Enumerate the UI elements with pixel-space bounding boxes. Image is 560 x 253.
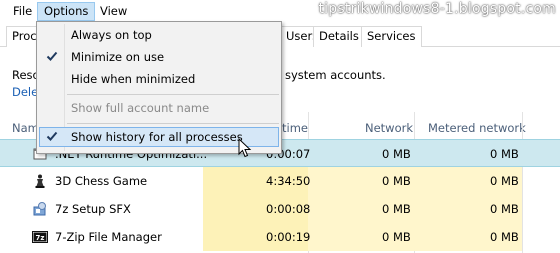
table-row[interactable]: 7z Setup SFX 0:00:08 0 MB 0 MB bbox=[0, 195, 560, 223]
menu-separator bbox=[67, 94, 279, 95]
metered-network-value: 0 MB bbox=[490, 174, 519, 188]
svg-text:7z: 7z bbox=[36, 234, 45, 242]
tab-processes[interactable]: Proc bbox=[6, 26, 40, 47]
network-value: 0 MB bbox=[382, 202, 411, 216]
network-value: 0 MB bbox=[382, 230, 411, 244]
setup-icon bbox=[33, 202, 46, 216]
checkmark-icon bbox=[46, 51, 58, 61]
menu-item-always-on-top[interactable]: Always on top bbox=[39, 25, 279, 45]
menu-item-minimize-on-use[interactable]: Minimize on use bbox=[39, 47, 279, 67]
process-name: 3D Chess Game bbox=[55, 174, 148, 188]
column-metered-network[interactable]: Metered network bbox=[428, 121, 526, 135]
menu-item-label: Show full account name bbox=[71, 101, 210, 115]
menu-separator bbox=[67, 123, 279, 124]
metered-network-value: 0 MB bbox=[490, 202, 519, 216]
cpu-time-value: 4:34:50 bbox=[266, 174, 311, 188]
process-name: 7-Zip File Manager bbox=[55, 230, 162, 244]
menu-item-label: Always on top bbox=[71, 28, 152, 42]
metered-network-value: 0 MB bbox=[490, 230, 519, 244]
menu-item-label: Hide when minimized bbox=[71, 72, 196, 86]
chess-icon bbox=[35, 174, 45, 188]
menu-item-show-full-account-name: Show full account name bbox=[39, 98, 279, 118]
cpu-time-value: 0:00:08 bbox=[266, 202, 311, 216]
menu-item-label: Show history for all processes bbox=[71, 130, 243, 144]
network-value: 0 MB bbox=[382, 174, 411, 188]
menu-file[interactable]: File bbox=[6, 2, 39, 21]
column-network[interactable]: Network bbox=[365, 121, 413, 135]
menu-options[interactable]: Options bbox=[37, 2, 96, 21]
mouse-cursor-icon bbox=[238, 138, 252, 158]
tab-details[interactable]: Details bbox=[313, 26, 365, 47]
menu-view[interactable]: View bbox=[93, 2, 134, 21]
network-value: 0 MB bbox=[382, 147, 411, 161]
table-row[interactable]: 7z 7-Zip File Manager 0:00:19 0 MB 0 MB bbox=[0, 223, 560, 251]
metered-network-value: 0 MB bbox=[490, 147, 519, 161]
checkmark-icon bbox=[46, 131, 58, 141]
delete-history-link[interactable]: Dele bbox=[12, 85, 38, 99]
watermark-text: tipstrikwindows8-1.blogspot.com bbox=[318, 1, 556, 17]
info-text-right: system accounts. bbox=[285, 68, 386, 82]
menu-item-hide-when-minimized[interactable]: Hide when minimized bbox=[39, 69, 279, 89]
table-row[interactable]: 3D Chess Game 4:34:50 0 MB 0 MB bbox=[0, 167, 560, 195]
menu-item-label: Minimize on use bbox=[71, 50, 165, 64]
options-dropdown-menu: Always on top Minimize on use Hide when … bbox=[36, 21, 282, 154]
tab-services[interactable]: Services bbox=[361, 26, 422, 47]
process-name: 7z Setup SFX bbox=[55, 202, 131, 216]
column-cpu-time[interactable]: time bbox=[282, 121, 308, 135]
7zip-icon: 7z bbox=[32, 231, 48, 243]
cpu-time-value: 0:00:19 bbox=[266, 230, 311, 244]
